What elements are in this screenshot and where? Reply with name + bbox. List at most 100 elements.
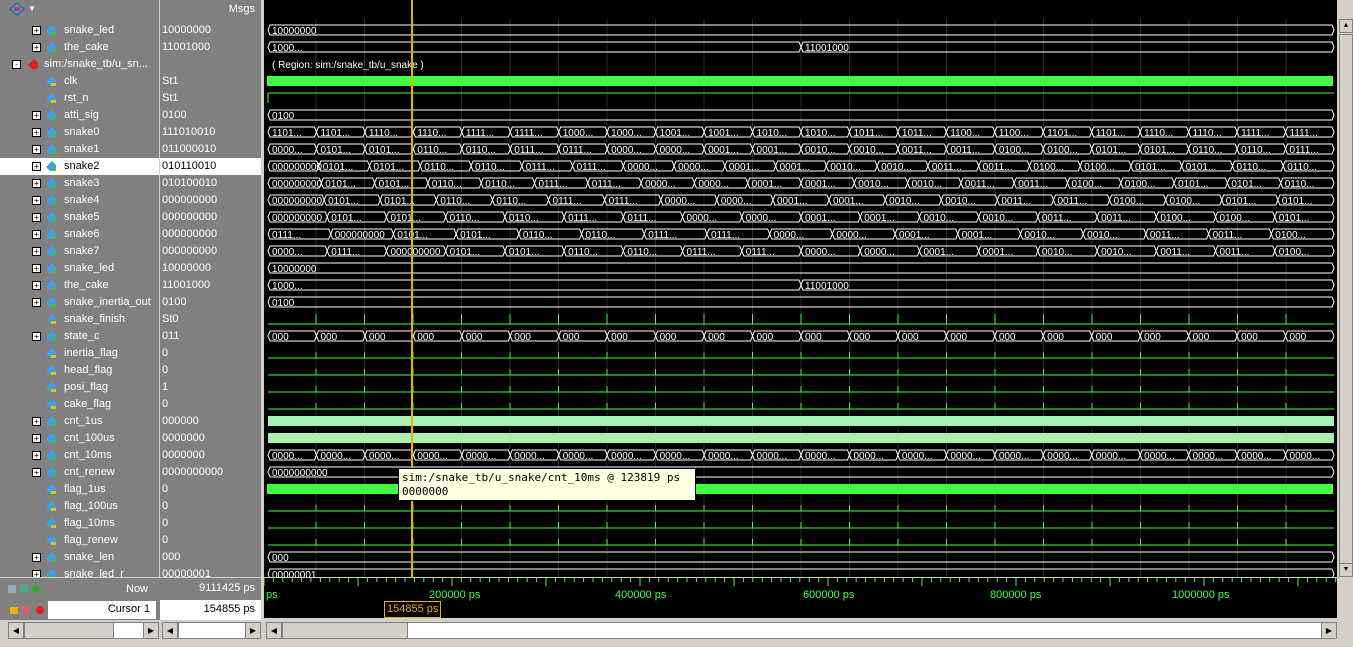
signal-value[interactable]: 111010010 <box>160 124 261 141</box>
signal-row[interactable]: + cnt_100us <box>0 430 159 447</box>
signal-row[interactable]: + snake7 <box>0 243 159 260</box>
expand-icon[interactable]: + <box>32 196 41 205</box>
signal-row[interactable]: + the_cake <box>0 39 159 56</box>
signal-value[interactable]: 0 <box>160 532 261 549</box>
signal-value[interactable]: 0100 <box>160 107 261 124</box>
signal-value[interactable]: 0 <box>160 498 261 515</box>
signal-row[interactable]: + atti_sig <box>0 107 159 124</box>
expand-icon[interactable]: + <box>32 281 41 290</box>
time-axis[interactable]: ps 200000 ps 400000 ps 600000 ps 800000 … <box>264 578 1337 618</box>
signal-row[interactable]: + snake_led <box>0 22 159 39</box>
signal-row[interactable]: + snake3 <box>0 175 159 192</box>
scroll-left-icon[interactable]: ◀ <box>162 622 178 639</box>
scroll-down-icon[interactable]: ▼ <box>1339 563 1353 577</box>
signal-row[interactable]: + state_c <box>0 328 159 345</box>
signal-value[interactable]: 000000000 <box>160 226 261 243</box>
signal-row[interactable]: + snake_len <box>0 549 159 566</box>
cursor-name[interactable]: Cursor 1 <box>48 601 156 619</box>
scroll-right-icon[interactable]: ▶ <box>143 622 159 639</box>
cursor-line[interactable] <box>411 0 413 603</box>
signal-row[interactable]: inertia_flag <box>0 345 159 362</box>
signal-row[interactable]: + snake6 <box>0 226 159 243</box>
signal-row[interactable]: clk <box>0 73 159 90</box>
signal-value[interactable]: 0000000000 <box>160 464 261 481</box>
signal-value[interactable]: 11001000 <box>160 277 261 294</box>
signal-row[interactable]: + snake_led <box>0 260 159 277</box>
expand-icon[interactable]: + <box>32 553 41 562</box>
vertical-scroll-thumb[interactable] <box>1339 34 1353 577</box>
expand-icon[interactable]: + <box>32 417 41 426</box>
names-hscroll-thumb[interactable] <box>24 622 114 639</box>
signal-value[interactable]: 10000000 <box>160 22 261 39</box>
signal-value[interactable]: St1 <box>160 90 261 107</box>
signal-row[interactable]: + the_cake <box>0 277 159 294</box>
signal-value[interactable] <box>160 56 261 73</box>
signal-row[interactable]: flag_1us <box>0 481 159 498</box>
signal-row[interactable]: + cnt_10ms <box>0 447 159 464</box>
scroll-up-icon[interactable]: ▲ <box>1339 19 1353 33</box>
signal-row[interactable]: posi_flag <box>0 379 159 396</box>
signal-value[interactable]: 000 <box>160 549 261 566</box>
signal-value[interactable]: 0 <box>160 362 261 379</box>
cursor-toolbar-icons[interactable] <box>10 604 46 616</box>
signal-row[interactable]: + snake4 <box>0 192 159 209</box>
scroll-left-icon[interactable]: ◀ <box>266 622 282 639</box>
name-value-divider[interactable] <box>159 0 160 618</box>
signal-value[interactable]: 0000000 <box>160 430 261 447</box>
scroll-right-icon[interactable]: ▶ <box>1321 622 1337 639</box>
expand-icon[interactable]: + <box>32 247 41 256</box>
signal-row[interactable]: + snake2 <box>0 158 159 175</box>
signal-row[interactable]: flag_100us <box>0 498 159 515</box>
values-hscroll[interactable] <box>178 622 246 639</box>
cursor-value[interactable]: 154855 ps <box>160 600 261 620</box>
expand-icon[interactable]: + <box>32 43 41 52</box>
signal-value[interactable]: 010110010 <box>160 158 261 175</box>
expand-icon[interactable]: + <box>32 570 41 577</box>
signal-row[interactable]: + cnt_1us <box>0 413 159 430</box>
expand-icon[interactable]: + <box>32 26 41 35</box>
pane-splitter[interactable] <box>261 0 264 618</box>
signal-values-pane[interactable]: 10000000 11001000 St1 St1 0100 111010010 01100… <box>160 19 261 577</box>
expand-icon[interactable]: + <box>32 111 41 120</box>
signal-value[interactable]: 000000000 <box>160 192 261 209</box>
signal-row[interactable]: flag_10ms <box>0 515 159 532</box>
signal-row[interactable]: + snake5 <box>0 209 159 226</box>
signal-row[interactable]: + cnt_renew <box>0 464 159 481</box>
signal-value[interactable]: 0 <box>160 396 261 413</box>
now-toolbar-icons[interactable] <box>8 583 42 595</box>
signal-value[interactable]: 1 <box>160 379 261 396</box>
cursor-time-label[interactable]: 154855 ps <box>384 601 442 618</box>
expand-icon[interactable]: + <box>32 298 41 307</box>
expand-icon[interactable]: + <box>32 451 41 460</box>
signal-value[interactable]: 011 <box>160 328 261 345</box>
signal-value[interactable]: 011000010 <box>160 141 261 158</box>
signal-row[interactable]: - sim:/snake_tb/u_sn... <box>0 56 159 73</box>
chevron-down-icon[interactable]: ▼ <box>28 4 36 13</box>
scroll-left-icon[interactable]: ◀ <box>8 622 24 639</box>
signal-value[interactable]: 000000000 <box>160 243 261 260</box>
wave-window-icon[interactable] <box>8 2 26 16</box>
expand-icon[interactable]: + <box>32 468 41 477</box>
wave-hscroll-thumb[interactable] <box>282 622 408 639</box>
expand-icon[interactable]: + <box>32 162 41 171</box>
signal-row[interactable]: flag_renew <box>0 532 159 549</box>
signal-value[interactable]: 0 <box>160 481 261 498</box>
signal-value[interactable]: 0100 <box>160 294 261 311</box>
expand-icon[interactable]: + <box>32 264 41 273</box>
signal-row[interactable]: rst_n <box>0 90 159 107</box>
expand-icon[interactable]: + <box>32 434 41 443</box>
expand-icon[interactable]: + <box>32 128 41 137</box>
signal-row[interactable]: head_flag <box>0 362 159 379</box>
signal-row[interactable]: + snake_led_r <box>0 566 159 577</box>
signal-value[interactable]: 000000 <box>160 413 261 430</box>
signal-value[interactable]: 0 <box>160 345 261 362</box>
signal-row[interactable]: cake_flag <box>0 396 159 413</box>
expand-icon[interactable]: + <box>32 332 41 341</box>
signal-value[interactable]: St0 <box>160 311 261 328</box>
signal-row[interactable]: + snake_inertia_out <box>0 294 159 311</box>
signal-value[interactable]: 0 <box>160 515 261 532</box>
vertical-scrollbar[interactable]: ▲ ▼ <box>1339 19 1353 577</box>
collapse-icon[interactable]: - <box>12 60 21 69</box>
signal-row[interactable]: + snake1 <box>0 141 159 158</box>
signal-value[interactable]: St1 <box>160 73 261 90</box>
